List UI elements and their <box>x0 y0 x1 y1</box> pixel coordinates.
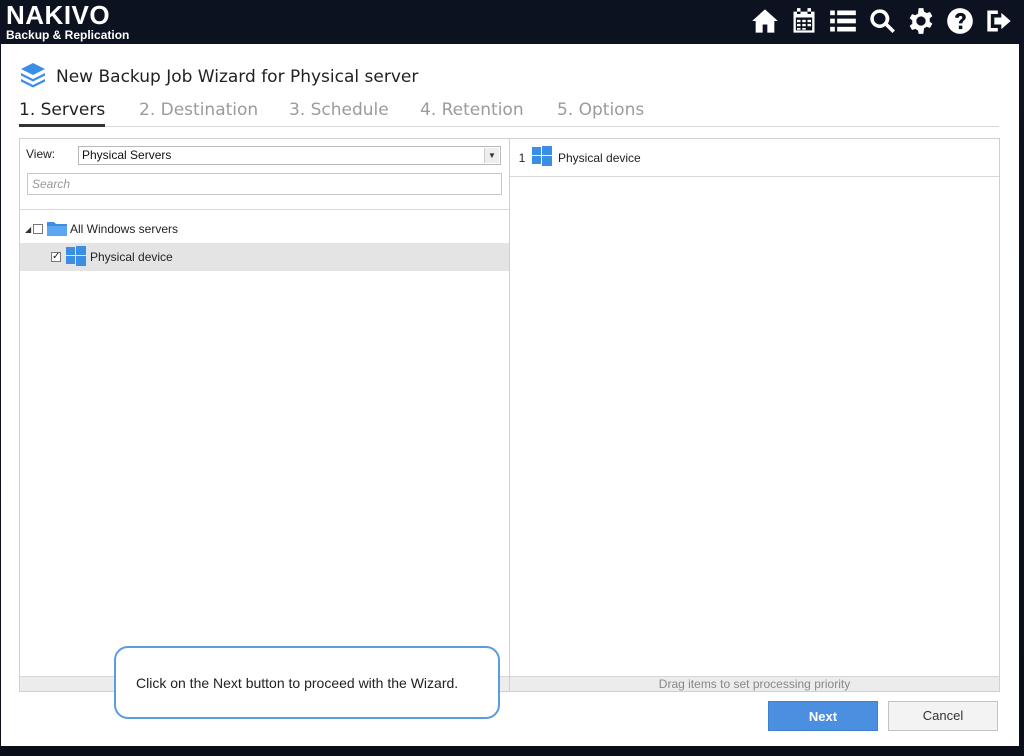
step-destination[interactable]: 2. Destination <box>139 100 258 124</box>
chevron-down-icon[interactable]: ▼ <box>484 148 499 163</box>
selected-item-row[interactable]: 1 Physical device <box>510 139 999 177</box>
wizard-steps: 1. Servers 2. Destination 3. Schedule 4.… <box>19 100 999 127</box>
brand-subtitle: Backup & Replication <box>6 28 130 42</box>
gear-icon[interactable] <box>905 4 936 38</box>
checkbox-checked[interactable]: ✓ <box>51 252 61 262</box>
instruction-callout: Click on the Next button to proceed with… <box>114 646 500 719</box>
logout-icon[interactable] <box>983 4 1014 38</box>
wizard-dialog: New Backup Job Wizard for Physical serve… <box>1 44 1019 746</box>
selected-items-panel: 1 Physical device Drag items to set proc… <box>509 138 1000 692</box>
cancel-button[interactable]: Cancel <box>888 701 998 731</box>
priority-number: 1 <box>518 150 526 165</box>
home-icon[interactable] <box>749 4 780 38</box>
dialog-header: New Backup Job Wizard for Physical serve… <box>19 60 418 93</box>
step-schedule[interactable]: 3. Schedule <box>289 100 389 124</box>
expand-arrow-icon[interactable]: ◢ <box>25 225 33 234</box>
search-icon[interactable] <box>866 4 897 38</box>
selected-item-label: Physical device <box>558 150 641 165</box>
app-logo: NAKIVO Backup & Replication <box>6 2 129 41</box>
tree-item-label: Physical device <box>90 250 173 264</box>
checkbox[interactable] <box>33 224 43 234</box>
view-select-value: Physical Servers <box>82 148 172 162</box>
help-icon[interactable] <box>944 4 975 38</box>
windows-icon <box>532 146 552 169</box>
step-retention[interactable]: 4. Retention <box>420 100 524 124</box>
inventory-panel: View: Physical Servers ▼ Search ◢ All Wi… <box>19 138 511 692</box>
top-nav-icons <box>749 4 1014 38</box>
next-button[interactable]: Next <box>768 701 878 731</box>
callout-text: Click on the Next button to proceed with… <box>136 674 459 691</box>
search-input[interactable]: Search <box>27 173 502 195</box>
view-label: View: <box>26 147 56 161</box>
calendar-icon[interactable] <box>788 4 819 38</box>
dialog-title: New Backup Job Wizard for Physical serve… <box>56 66 419 87</box>
brand-name: NAKIVO <box>6 0 111 30</box>
windows-icon <box>66 245 86 269</box>
tree-item-all-windows-servers[interactable]: ◢ All Windows servers <box>20 215 510 243</box>
stack-icon <box>19 60 47 93</box>
view-row: View: <box>26 147 78 161</box>
tree-item-physical-device[interactable]: ✓ Physical device <box>20 243 510 271</box>
step-servers[interactable]: 1. Servers <box>19 100 106 127</box>
list-icon[interactable] <box>827 4 858 38</box>
top-bar: NAKIVO Backup & Replication <box>0 0 1024 44</box>
folder-icon <box>46 218 68 241</box>
step-options[interactable]: 5. Options <box>557 100 644 124</box>
divider <box>20 209 510 210</box>
view-select[interactable]: Physical Servers ▼ <box>78 146 501 165</box>
tree-item-label: All Windows servers <box>70 222 179 236</box>
drag-hint: Drag items to set processing priority <box>510 676 999 691</box>
